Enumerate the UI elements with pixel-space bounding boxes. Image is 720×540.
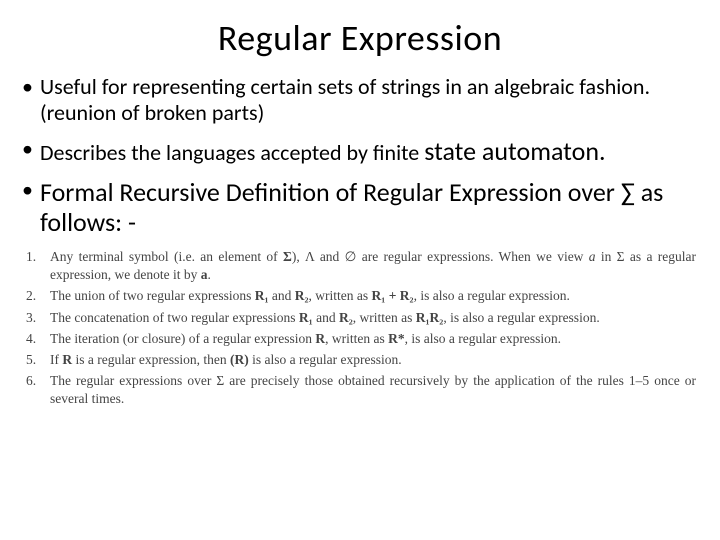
def-text: , is also a regular expression. bbox=[443, 310, 599, 325]
bullet-text-large: state automaton. bbox=[424, 135, 605, 167]
def-text: , is also a regular expression. bbox=[414, 288, 570, 303]
definition-item: The union of two regular expressions R₁ … bbox=[24, 287, 696, 305]
bullet-item: Formal Recursive Definition of Regular E… bbox=[18, 177, 702, 238]
def-text: The union of two regular expressions bbox=[50, 288, 255, 303]
def-text: is also a regular expression. bbox=[249, 352, 402, 367]
def-text: and bbox=[269, 288, 295, 303]
definition-item: The regular expressions over Σ are preci… bbox=[24, 372, 696, 408]
def-text: are regular expressions. When we view bbox=[356, 249, 588, 264]
def-text: and bbox=[313, 310, 339, 325]
var-r: R bbox=[315, 331, 325, 346]
var-r1: R₁ bbox=[255, 288, 269, 303]
var-r2: R₂ bbox=[339, 310, 353, 325]
def-text: The concatenation of two regular express… bbox=[50, 310, 299, 325]
def-text: , written as bbox=[353, 310, 416, 325]
var-r2: R₂ bbox=[295, 288, 309, 303]
slide: Regular Expression Useful for representi… bbox=[0, 0, 720, 540]
bullet-item: Describes the languages accepted by fini… bbox=[18, 136, 702, 167]
def-text: Any terminal symbol (i.e. an element of bbox=[50, 249, 283, 264]
bullet-text: Describes the languages accepted by fini… bbox=[40, 139, 424, 166]
definition-item: If R is a regular expression, then (R) i… bbox=[24, 351, 696, 369]
var-r: R bbox=[62, 352, 72, 367]
bullet-list: Useful for representing certain sets of … bbox=[18, 74, 702, 238]
var-a: a bbox=[589, 249, 596, 264]
expr-r1-plus-r2: R₁ + R₂ bbox=[372, 288, 414, 303]
sigma-symbol: Σ bbox=[283, 249, 292, 264]
def-text: , is also a regular expression. bbox=[405, 331, 561, 346]
var-r1: R₁ bbox=[299, 310, 313, 325]
expr-paren-r: (R) bbox=[230, 352, 249, 367]
expr-rstar: R* bbox=[388, 331, 405, 346]
definition-item: The concatenation of two regular express… bbox=[24, 309, 696, 327]
expr-r1r2: R₁R₂ bbox=[416, 310, 444, 325]
def-text: The iteration (or closure) of a regular … bbox=[50, 331, 315, 346]
bullet-item: Useful for representing certain sets of … bbox=[18, 74, 702, 126]
def-text: ), Λ and bbox=[292, 249, 345, 264]
emptyset-symbol: ∅ bbox=[345, 249, 357, 264]
definition-item: Any terminal symbol (i.e. an element of … bbox=[24, 248, 696, 284]
def-text: is a regular expression, then bbox=[72, 352, 230, 367]
def-text: . bbox=[207, 267, 210, 282]
def-text: , written as bbox=[309, 288, 372, 303]
slide-title: Regular Expression bbox=[18, 16, 702, 60]
def-text: , written as bbox=[325, 331, 388, 346]
def-text: If bbox=[50, 352, 62, 367]
definition-item: The iteration (or closure) of a regular … bbox=[24, 330, 696, 348]
definition-list: Any terminal symbol (i.e. an element of … bbox=[18, 248, 702, 409]
